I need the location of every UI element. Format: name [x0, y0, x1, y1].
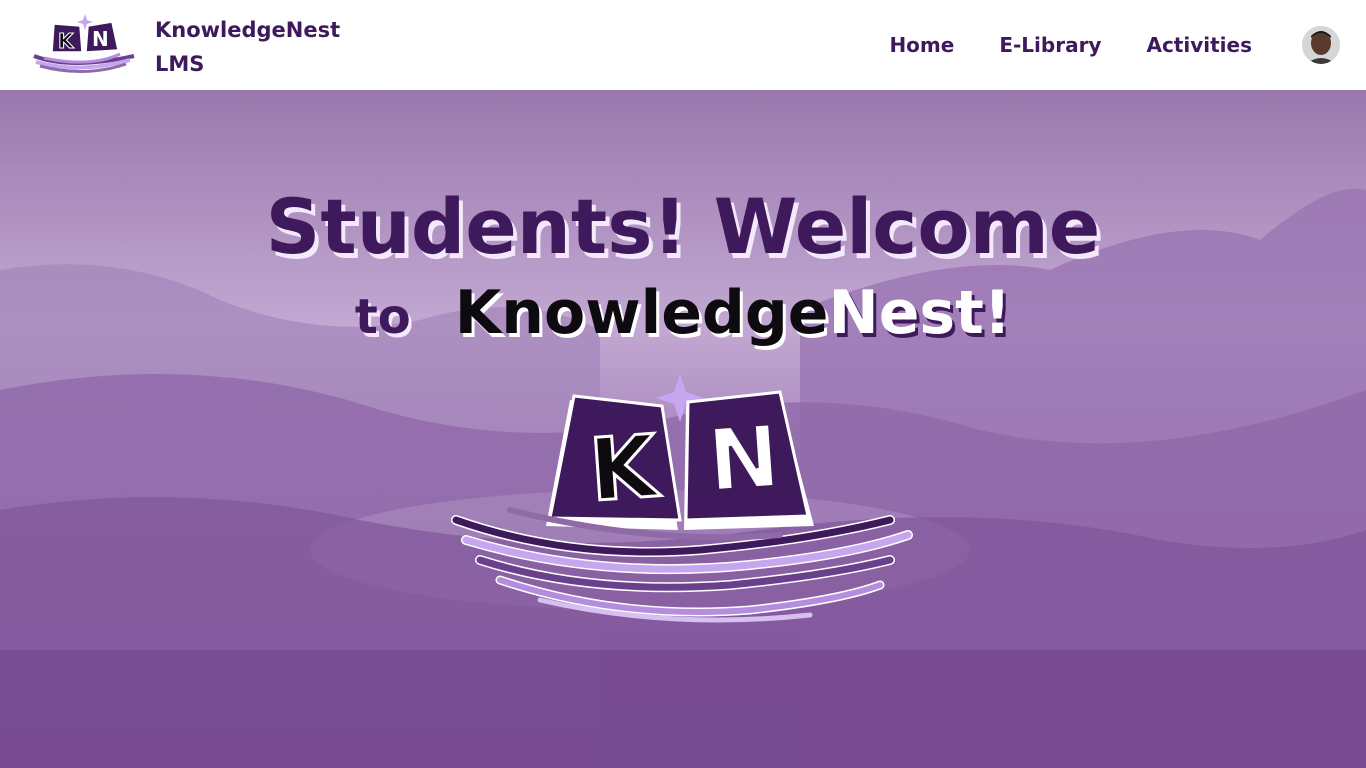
hero-sub-nest: Nest! [828, 278, 1012, 348]
hero-sub-knowledge: Knowledge [454, 278, 829, 348]
hero-headline: Students! Welcome [265, 182, 1101, 271]
user-avatar-icon [1302, 26, 1340, 64]
nav-e-library[interactable]: E-Library [999, 33, 1101, 57]
brand-name: KnowledgeNest LMS [155, 18, 341, 76]
hero-banner: Students! Welcome to KnowledgeNest! K N [0, 90, 1366, 768]
hero-logo-icon: K N [451, 374, 913, 623]
svg-text:K: K [587, 417, 664, 522]
hero-sub-to: to [354, 289, 411, 345]
knowledgenest-logo-icon: K N [33, 14, 135, 73]
svg-text:N: N [92, 27, 109, 51]
top-navbar: K N KnowledgeNest LMS Home E-Library Act… [0, 0, 1366, 90]
nav-activities[interactable]: Activities [1146, 33, 1252, 57]
brand-link[interactable]: K N KnowledgeNest LMS [30, 12, 340, 78]
user-avatar[interactable] [1302, 26, 1340, 64]
hero-subheadline: to KnowledgeNest! [0, 278, 1366, 348]
main-nav: Home E-Library Activities [889, 0, 1366, 90]
nav-home[interactable]: Home [889, 33, 954, 57]
svg-text:K: K [58, 29, 75, 53]
svg-text:N: N [705, 407, 784, 512]
